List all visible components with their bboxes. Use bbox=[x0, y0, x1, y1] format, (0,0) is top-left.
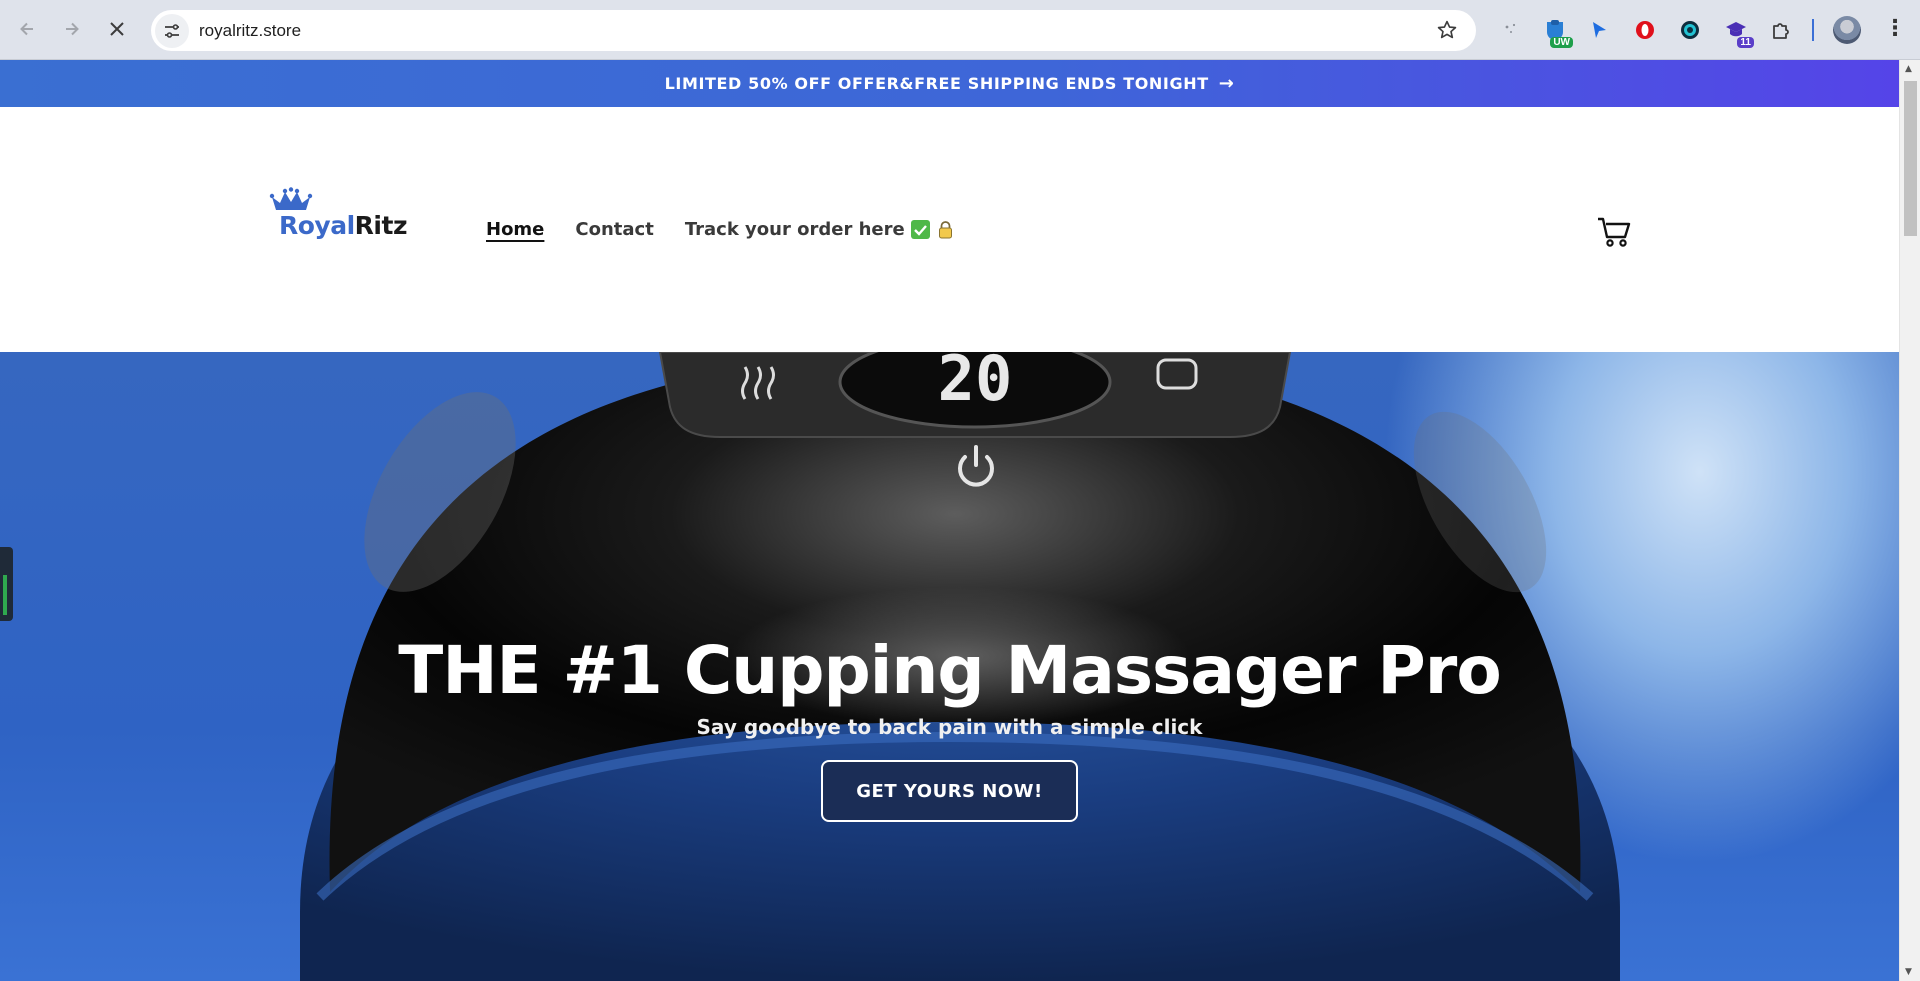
page-viewport: LIMITED 50% OFF OFFER&FREE SHIPPING ENDS… bbox=[0, 60, 1899, 981]
scroll-up-arrow-icon[interactable]: ▲ bbox=[1905, 64, 1912, 74]
eye-extension-icon[interactable] bbox=[1676, 16, 1704, 44]
site-header: RoyalRitz Home Contact Track your order … bbox=[0, 107, 1899, 352]
main-nav: Home Contact Track your order here bbox=[486, 219, 955, 240]
check-mark-icon bbox=[910, 220, 930, 239]
ublock-extension-icon[interactable]: UW bbox=[1541, 16, 1573, 48]
announcement-bar[interactable]: LIMITED 50% OFF OFFER&FREE SHIPPING ENDS… bbox=[0, 60, 1899, 107]
forward-button[interactable] bbox=[57, 14, 87, 44]
announcement-text: LIMITED 50% OFF OFFER&FREE SHIPPING ENDS… bbox=[664, 74, 1209, 93]
level-meter bbox=[3, 575, 7, 615]
nav-track-order[interactable]: Track your order here bbox=[685, 219, 955, 240]
forward-arrow-icon bbox=[66, 22, 79, 36]
sparkle-extension-icon[interactable] bbox=[1497, 16, 1525, 44]
address-bar[interactable]: royalritz.store bbox=[151, 10, 1476, 51]
tune-icon bbox=[165, 23, 179, 38]
back-arrow-icon bbox=[20, 22, 33, 36]
grad-cap-badge: 11 bbox=[1737, 37, 1754, 48]
nav-contact[interactable]: Contact bbox=[575, 219, 653, 240]
side-level-widget[interactable] bbox=[0, 547, 13, 621]
nav-track-order-label: Track your order here bbox=[684, 219, 905, 240]
scrollbar-thumb[interactable] bbox=[1904, 81, 1917, 236]
crown-icon bbox=[269, 187, 313, 210]
logo-wordmark: RoyalRitz bbox=[279, 211, 408, 240]
lock-icon bbox=[936, 220, 955, 239]
close-icon bbox=[110, 22, 124, 36]
browser-toolbar: royalritz.store UW 11 ⋮ bbox=[0, 0, 1920, 60]
get-yours-now-button[interactable]: GET YOURS NOW! bbox=[821, 760, 1078, 822]
arrow-right-icon: → bbox=[1218, 73, 1235, 94]
grad-cap-extension-icon[interactable]: 11 bbox=[1722, 16, 1754, 48]
bookmark-star-icon[interactable] bbox=[1436, 19, 1458, 45]
device-display-number: 20 bbox=[937, 352, 1013, 415]
hero-banner: 20 THE #1 Cupping Massager Pro Say goodb… bbox=[0, 352, 1899, 981]
scroll-down-arrow-icon[interactable]: ▼ bbox=[1905, 967, 1912, 977]
browser-menu-icon[interactable]: ⋮ bbox=[1884, 14, 1906, 44]
puzzle-extensions-icon[interactable] bbox=[1767, 16, 1795, 44]
logo-royal: Royal bbox=[279, 211, 355, 240]
profile-avatar[interactable] bbox=[1833, 16, 1861, 44]
logo-ritz: Ritz bbox=[354, 211, 408, 240]
hero-subtitle: Say goodbye to back pain with a simple c… bbox=[696, 715, 1203, 739]
page-scrollbar[interactable]: ▲ ▼ bbox=[1899, 60, 1920, 981]
cart-icon[interactable] bbox=[1596, 213, 1632, 249]
opera-extension-icon[interactable] bbox=[1631, 16, 1659, 44]
cursor-extension-icon[interactable] bbox=[1585, 16, 1613, 44]
toolbar-divider bbox=[1812, 19, 1814, 41]
site-logo[interactable]: RoyalRitz bbox=[265, 187, 410, 247]
hero-title: THE #1 Cupping Massager Pro bbox=[398, 632, 1501, 709]
site-info-button[interactable] bbox=[155, 13, 189, 48]
nav-home[interactable]: Home bbox=[486, 219, 544, 240]
url-text[interactable]: royalritz.store bbox=[199, 21, 301, 41]
back-button[interactable] bbox=[12, 14, 42, 44]
ublock-badge: UW bbox=[1550, 37, 1573, 48]
stop-loading-button[interactable] bbox=[102, 14, 132, 44]
